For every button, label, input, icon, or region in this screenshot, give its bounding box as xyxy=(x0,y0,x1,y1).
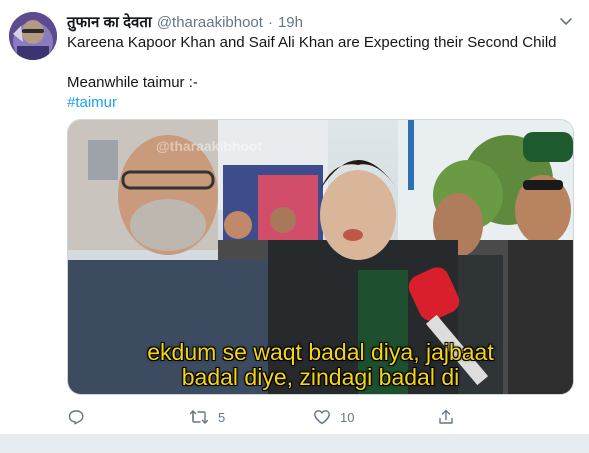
reply-button[interactable] xyxy=(67,406,94,428)
separator-dot: · xyxy=(267,13,273,31)
tweet-actions: 5 10 xyxy=(67,406,577,428)
tweet-text-line: Meanwhile taimur :- xyxy=(67,74,198,91)
timeline-divider xyxy=(0,434,589,453)
hashtag-link[interactable]: #taimur xyxy=(67,93,577,113)
twitter-page: तुफान का देवता @tharaakibhoot · 19h Kare… xyxy=(0,0,589,453)
like-count: 10 xyxy=(340,409,355,425)
retweet-button[interactable]: 5 xyxy=(189,406,225,428)
media-caption-line: ekdum se waqt badal diya, jajbaat xyxy=(147,339,494,365)
heart-icon xyxy=(313,408,331,426)
tweet-text-line: Kareena Kapoor Khan and Saif Ali Khan ar… xyxy=(67,34,557,51)
chevron-down-icon[interactable] xyxy=(557,12,575,30)
display-name[interactable]: तुफान का देवता xyxy=(67,12,152,32)
retweet-count: 5 xyxy=(218,409,226,425)
tweet-card[interactable]: तुफान का देवता @tharaakibhoot · 19h Kare… xyxy=(0,0,589,434)
avatar[interactable] xyxy=(9,12,57,60)
share-icon xyxy=(437,408,455,426)
like-button[interactable]: 10 xyxy=(313,406,354,428)
tweet-text: Kareena Kapoor Khan and Saif Ali Khan ar… xyxy=(67,33,577,113)
media-watermark: @tharaakibhoot xyxy=(156,138,263,154)
share-button[interactable] xyxy=(437,406,455,428)
user-handle[interactable]: @tharaakibhoot xyxy=(157,14,263,31)
timestamp[interactable]: 19h xyxy=(278,14,303,31)
tweet-media-image[interactable]: @tharaakibhoot ekdum se waqt badal diya,… xyxy=(67,119,574,395)
tweet-text-spacer xyxy=(67,53,577,73)
retweet-icon xyxy=(189,408,209,426)
media-caption-line: badal diye, zindagi badal di xyxy=(181,364,460,390)
tweet-header: तुफान का देवता @tharaakibhoot · 19h xyxy=(67,12,303,32)
reply-icon xyxy=(67,408,85,426)
